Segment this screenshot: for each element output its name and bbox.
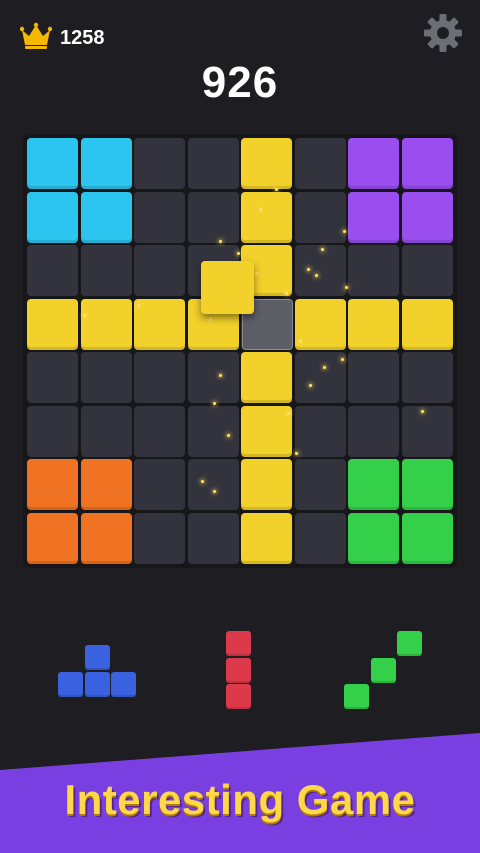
empty-cell[interactable] xyxy=(134,459,185,510)
piece-block xyxy=(84,671,110,697)
filled-cell-yellow[interactable] xyxy=(241,512,292,564)
empty-cell[interactable] xyxy=(187,138,239,189)
empty-cell[interactable] xyxy=(294,352,346,403)
empty-cell[interactable] xyxy=(134,352,185,403)
empty-cell[interactable] xyxy=(27,405,78,457)
filled-cell-yellow[interactable] xyxy=(241,405,292,457)
piece-block xyxy=(226,657,251,683)
empty-cell[interactable] xyxy=(348,245,399,296)
filled-cell-yellow[interactable] xyxy=(241,459,292,510)
empty-cell[interactable] xyxy=(401,245,453,296)
filled-cell-yellow[interactable] xyxy=(241,191,292,243)
filled-cell-green[interactable] xyxy=(401,512,453,564)
filled-cell-yellow[interactable] xyxy=(401,298,453,350)
empty-cell[interactable] xyxy=(80,352,132,403)
filled-cell-cyan[interactable] xyxy=(27,138,78,189)
filled-cell-cyan[interactable] xyxy=(80,138,132,189)
filled-cell-yellow[interactable] xyxy=(348,298,399,350)
filled-cell-yellow[interactable] xyxy=(80,298,132,350)
filled-cell-yellow[interactable] xyxy=(27,298,78,350)
filled-cell-yellow[interactable] xyxy=(294,298,346,350)
empty-cell[interactable] xyxy=(187,191,239,243)
filled-cell-green[interactable] xyxy=(401,459,453,510)
filled-cell-orange[interactable] xyxy=(27,512,78,564)
current-score: 926 xyxy=(201,58,279,107)
empty-cell[interactable] xyxy=(80,405,132,457)
filled-cell-purple[interactable] xyxy=(401,138,453,189)
empty-cell[interactable] xyxy=(187,459,239,510)
empty-cell[interactable] xyxy=(27,352,78,403)
filled-cell-green[interactable] xyxy=(348,459,399,510)
banner-title: Interesting Game xyxy=(64,776,416,823)
piece-block xyxy=(226,684,251,709)
filled-cell-cyan[interactable] xyxy=(80,191,132,243)
empty-cell[interactable] xyxy=(80,245,132,296)
gear-icon[interactable] xyxy=(422,12,464,54)
filled-cell-orange[interactable] xyxy=(27,459,78,510)
empty-cell[interactable] xyxy=(294,459,346,510)
piece-block xyxy=(111,671,136,697)
empty-cell[interactable] xyxy=(348,352,399,403)
empty-cell[interactable] xyxy=(27,245,78,296)
piece-block xyxy=(84,645,110,670)
filled-cell-orange[interactable] xyxy=(80,459,132,510)
empty-cell[interactable] xyxy=(401,352,453,403)
filled-cell-purple[interactable] xyxy=(401,191,453,243)
empty-cell[interactable] xyxy=(294,405,346,457)
game-board[interactable] xyxy=(23,134,457,568)
filled-cell-yellow[interactable] xyxy=(241,138,292,189)
empty-cell[interactable] xyxy=(187,405,239,457)
crown-icon xyxy=(20,22,52,49)
empty-cell[interactable] xyxy=(401,405,453,457)
empty-cell[interactable] xyxy=(294,512,346,564)
best-score: 1258 xyxy=(60,27,105,49)
empty-cell[interactable] xyxy=(134,245,185,296)
empty-cell[interactable] xyxy=(134,512,185,564)
piece-block xyxy=(58,671,83,697)
filled-cell-green[interactable] xyxy=(348,512,399,564)
piece-block xyxy=(226,631,251,656)
empty-cell[interactable] xyxy=(187,352,239,403)
filled-cell-purple[interactable] xyxy=(348,138,399,189)
empty-cell[interactable] xyxy=(134,138,185,189)
dragged-block[interactable] xyxy=(201,261,254,314)
empty-cell[interactable] xyxy=(134,405,185,457)
filled-cell-yellow[interactable] xyxy=(241,352,292,403)
empty-cell[interactable] xyxy=(294,191,346,243)
empty-cell[interactable] xyxy=(294,245,346,296)
filled-cell-purple[interactable] xyxy=(348,191,399,243)
empty-cell[interactable] xyxy=(294,138,346,189)
empty-cell[interactable] xyxy=(187,512,239,564)
filled-cell-yellow[interactable] xyxy=(134,298,185,350)
empty-cell[interactable] xyxy=(348,405,399,457)
piece-block xyxy=(344,684,369,709)
piece-block xyxy=(397,631,422,656)
piece-block xyxy=(370,657,396,683)
filled-cell-orange[interactable] xyxy=(80,512,132,564)
hud: 1258 926 xyxy=(0,0,480,120)
filled-cell-cyan[interactable] xyxy=(27,191,78,243)
empty-cell[interactable] xyxy=(134,191,185,243)
